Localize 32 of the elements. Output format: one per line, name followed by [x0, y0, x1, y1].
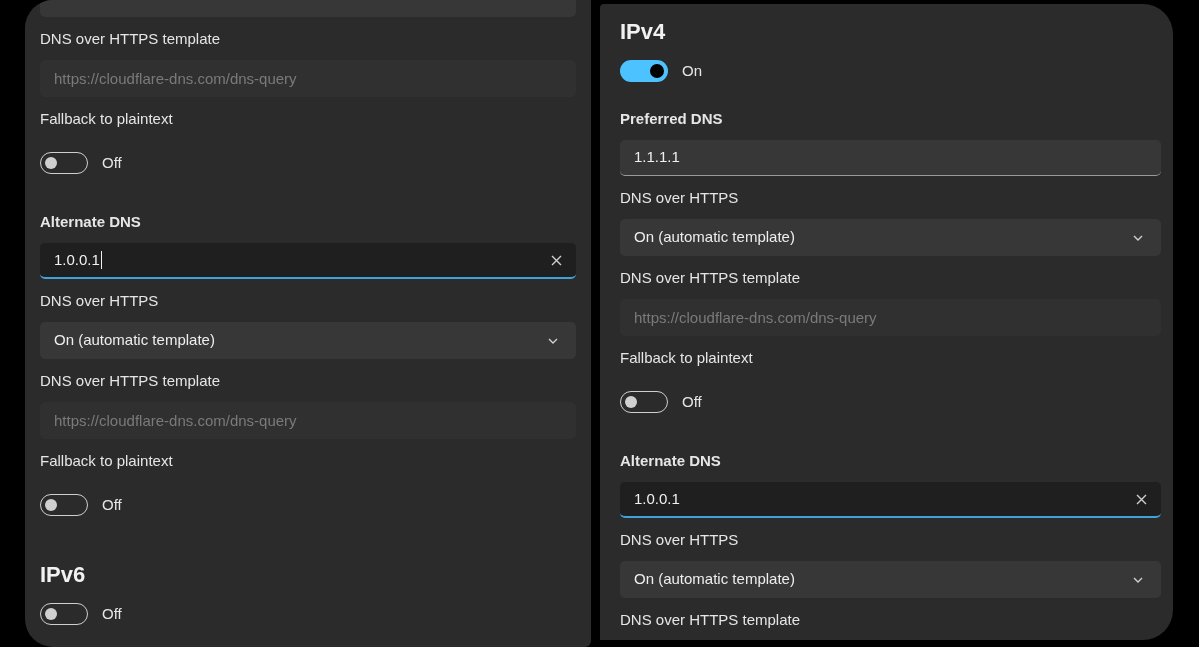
section-heading: IPv4 — [620, 19, 667, 45]
field-label: DNS over HTTPS — [40, 291, 160, 311]
toggle-switch[interactable] — [620, 60, 668, 82]
text-field[interactable]: 1.0.0.1 — [40, 243, 576, 279]
toggle-label: Off — [102, 152, 122, 173]
field-label: DNS over HTTPS template — [40, 371, 222, 391]
toggle-label: Off — [682, 391, 702, 412]
field-label: Fallback to plaintext — [620, 348, 754, 368]
toggle-label: Off — [102, 603, 122, 624]
chevron-down-icon — [1133, 234, 1143, 241]
close-icon[interactable] — [1136, 493, 1147, 505]
field-label: Alternate DNS — [40, 212, 142, 232]
dropdown[interactable]: On (automatic template) — [620, 561, 1161, 598]
text-field[interactable]: 1.1.1.1 — [620, 140, 1161, 176]
field-label: DNS over HTTPS — [620, 188, 740, 208]
chevron-down-icon — [548, 337, 558, 344]
field-label: Preferred DNS — [620, 109, 724, 129]
field-label: Alternate DNS — [620, 451, 722, 471]
field-label: DNS over HTTPS template — [620, 268, 802, 288]
toggle-label: On — [682, 60, 702, 81]
toggle-label: Off — [102, 494, 122, 515]
field-label: DNS over HTTPS template — [620, 610, 802, 630]
close-icon[interactable] — [551, 254, 562, 266]
field-label: Fallback to plaintext — [40, 109, 174, 129]
text-field[interactable]: 1.0.0.1 — [620, 482, 1161, 518]
field-label: DNS over HTTPS template — [40, 29, 222, 49]
dropdown[interactable]: On (automatic template) — [620, 219, 1161, 256]
field-label: DNS over HTTPS — [620, 530, 740, 550]
dropdown[interactable]: On (automatic template) — [40, 322, 576, 359]
field-label: Fallback to plaintext — [40, 451, 174, 471]
chevron-down-icon — [1133, 576, 1143, 583]
section-heading: IPv6 — [40, 562, 87, 588]
